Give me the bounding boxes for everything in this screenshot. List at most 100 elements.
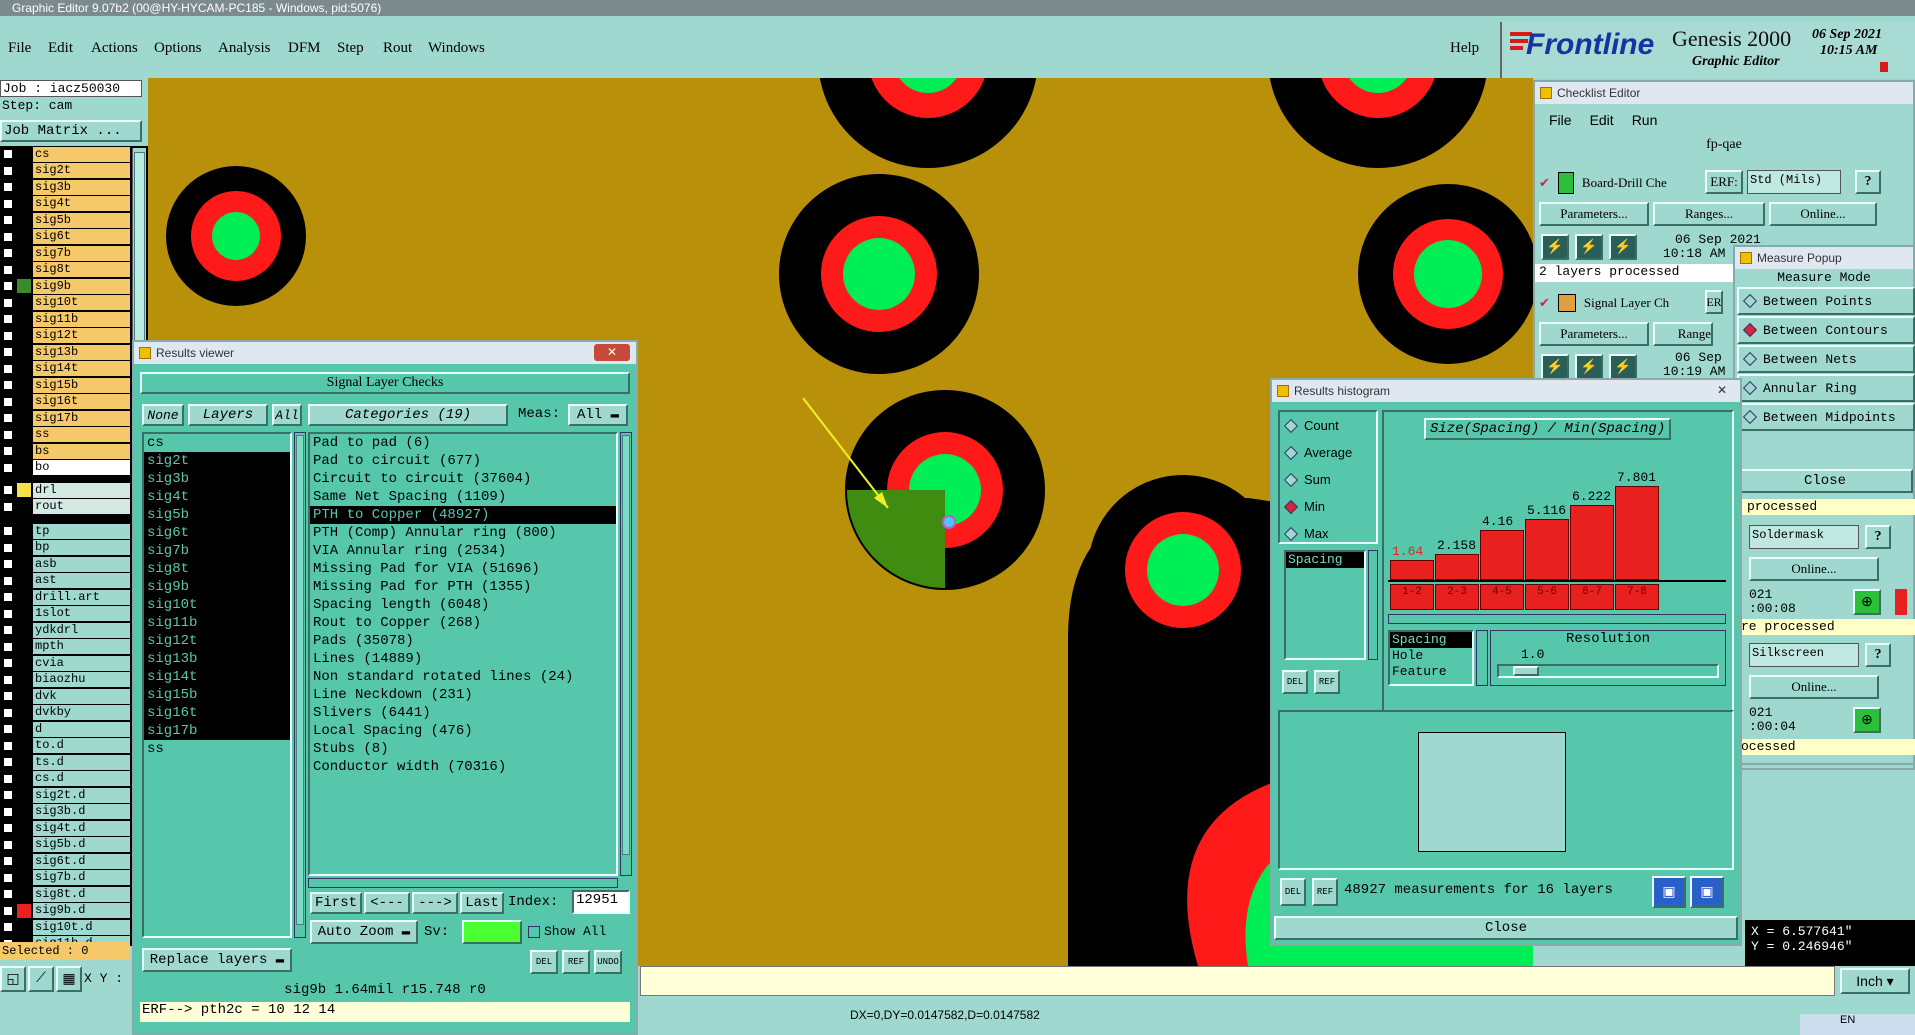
layer-result-item[interactable]: sig8t	[144, 560, 290, 578]
measure-mode-option[interactable]: Between Midpoints	[1737, 403, 1915, 431]
layer-row[interactable]: bs	[0, 443, 130, 459]
run-all-icon-2[interactable]: ⚡	[1609, 354, 1637, 380]
layer-result-item[interactable]: sig12t	[144, 632, 290, 650]
histogram-mode-option[interactable]: Min	[1280, 493, 1376, 520]
layer-result-item[interactable]: sig13b	[144, 650, 290, 668]
parameters-button[interactable]: Parameters...	[1539, 202, 1649, 226]
category-item[interactable]: Missing Pad for VIA (51696)	[310, 560, 616, 578]
layer-row[interactable]: sig4t.d	[0, 820, 130, 836]
layer-checkbox[interactable]	[3, 501, 13, 512]
check1-name[interactable]: Board-Drill Che	[1582, 175, 1667, 191]
grid-tool-icon[interactable]: ▦	[56, 966, 82, 992]
attribute-item[interactable]: Spacing	[1390, 632, 1472, 648]
layer-checkbox[interactable]	[3, 363, 13, 374]
histogram-mode-option[interactable]: Average	[1280, 439, 1376, 466]
category-item[interactable]: Same Net Spacing (1109)	[310, 488, 616, 506]
layer-checkbox[interactable]	[3, 889, 13, 899]
layer-checkbox[interactable]	[3, 198, 13, 209]
parameters-button-2[interactable]: Parameters...	[1539, 322, 1649, 346]
layer-row[interactable]: drill.art	[0, 589, 130, 605]
layer-row[interactable]: cvia	[0, 655, 130, 671]
attribute-scroll[interactable]	[1476, 630, 1488, 686]
del-icon-2[interactable]: DEL	[1280, 878, 1306, 906]
replace-layers-select[interactable]: Replace layers ▬	[142, 948, 292, 972]
erf-button[interactable]: ERF:	[1705, 170, 1743, 194]
category-item[interactable]: Non standard rotated lines (24)	[310, 668, 616, 686]
layer-checkbox[interactable]	[3, 773, 13, 784]
layer-checkbox[interactable]	[3, 314, 13, 324]
layer-checkbox[interactable]	[3, 347, 13, 357]
layer-checkbox[interactable]	[3, 264, 13, 275]
layer-result-item[interactable]: sig14t	[144, 668, 290, 686]
layer-row[interactable]: cs.d	[0, 771, 130, 787]
layer-checkbox[interactable]	[3, 575, 13, 586]
erf2-button[interactable]: ER	[1705, 290, 1723, 314]
category-item[interactable]: Circuit to circuit (37604)	[310, 470, 616, 488]
category-item[interactable]: Stubs (8)	[310, 740, 616, 758]
measure-tool-icon[interactable]: ⟋	[28, 966, 54, 992]
resolution-slider[interactable]	[1497, 664, 1719, 678]
menu-help[interactable]: Help	[1450, 40, 1479, 57]
layer-result-item[interactable]: sig7b	[144, 542, 290, 560]
layer-row[interactable]: sig8t	[0, 262, 130, 278]
chart-hscroll[interactable]	[1388, 614, 1726, 624]
layer-result-item[interactable]: sig5b	[144, 506, 290, 524]
first-button[interactable]: First	[310, 892, 362, 914]
layer-checkbox[interactable]	[3, 691, 13, 701]
measure-close-button[interactable]: Close	[1737, 469, 1913, 493]
export-icon[interactable]: ▣	[1652, 876, 1686, 908]
layer-row[interactable]: sig9b	[0, 278, 130, 294]
category-item[interactable]: Conductor width (70316)	[310, 758, 616, 776]
layer-row[interactable]: sig2t.d	[0, 787, 130, 803]
layer-checkbox[interactable]	[3, 429, 13, 440]
layer-checkbox[interactable]	[3, 165, 13, 176]
del-icon[interactable]: DEL	[530, 950, 558, 974]
attribute-list[interactable]: Spacing Hole Feature	[1388, 630, 1474, 686]
ref-icon[interactable]: REF	[562, 950, 590, 974]
erf-value[interactable]: Std (Mils)	[1747, 170, 1841, 194]
layer-checkbox[interactable]	[3, 396, 13, 407]
none-button[interactable]: None	[142, 404, 184, 426]
histogram-bar[interactable]	[1525, 519, 1569, 580]
layer-row[interactable]: tp	[0, 523, 130, 539]
layer-result-item[interactable]: sig15b	[144, 686, 290, 704]
menu-dfm[interactable]: DFM	[288, 40, 321, 57]
layer-checkbox[interactable]	[3, 485, 13, 495]
meas-select[interactable]: All ▬	[568, 404, 628, 426]
help-icon-3[interactable]: ?	[1865, 643, 1891, 667]
layer-checkbox[interactable]	[3, 823, 13, 833]
layer-row[interactable]: sig7b	[0, 245, 130, 261]
layer-checkbox[interactable]	[3, 724, 13, 734]
categories-list[interactable]: Pad to pad (6) Pad to circuit (677) Circui…	[308, 432, 618, 876]
layer-checkbox[interactable]	[3, 281, 13, 291]
layer-row[interactable]: biaozhu	[0, 672, 130, 688]
online-button-2[interactable]: Online...	[1749, 557, 1879, 581]
ranges-button[interactable]: Ranges...	[1653, 202, 1765, 226]
layer-checkbox[interactable]	[3, 380, 13, 390]
menu-rout[interactable]: Rout	[383, 40, 412, 57]
category-item[interactable]: Slivers (6441)	[310, 704, 616, 722]
help-icon[interactable]: ?	[1855, 170, 1881, 194]
check2-name[interactable]: Signal Layer Ch	[1584, 295, 1669, 311]
layer-checkbox[interactable]	[3, 542, 13, 553]
layer-checkbox[interactable]	[3, 674, 13, 685]
menu-options[interactable]: Options	[154, 40, 202, 57]
category-item[interactable]: VIA Annular ring (2534)	[310, 542, 616, 560]
silkscreen-erf[interactable]: Silkscreen	[1749, 643, 1859, 667]
auto-zoom-select[interactable]: Auto Zoom ▬	[310, 920, 418, 944]
layer-checkbox[interactable]	[3, 149, 13, 159]
menu-step[interactable]: Step	[337, 40, 364, 57]
category-item[interactable]: Line Neckdown (231)	[310, 686, 616, 704]
layer-row[interactable]: sig10t	[0, 295, 130, 311]
layer-row[interactable]: sig15b	[0, 377, 130, 393]
layer-checkbox[interactable]	[3, 872, 13, 883]
layer-list-scroll[interactable]	[294, 432, 306, 938]
layer-row[interactable]: d	[0, 721, 130, 737]
category-item[interactable]: Pad to circuit (677)	[310, 452, 616, 470]
units-select[interactable]: Inch ▾	[1840, 968, 1910, 994]
categories-button[interactable]: Categories (19)	[308, 404, 508, 426]
attribute-item[interactable]: Hole	[1390, 648, 1472, 664]
layer-result-item[interactable]: ss	[144, 740, 290, 758]
layer-row[interactable]: sig5b	[0, 212, 130, 228]
layer-checkbox[interactable]	[3, 740, 13, 751]
